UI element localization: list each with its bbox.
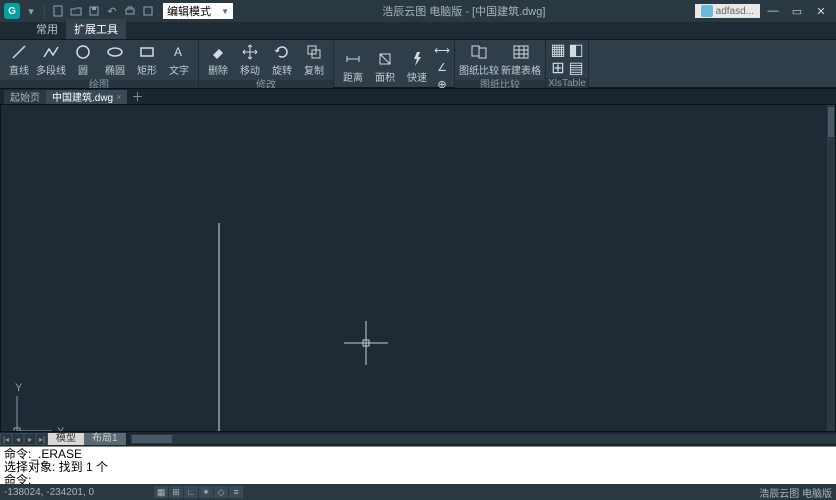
mode-combo-label: 编辑模式 (167, 3, 211, 19)
dim1-icon[interactable]: ⟷ (434, 42, 450, 58)
rectangle-icon (138, 43, 156, 61)
close-button[interactable]: ✕ (810, 3, 832, 19)
ribbon-tab-ext[interactable]: 扩展工具 (66, 19, 126, 39)
drawing-canvas[interactable]: Y X (0, 104, 836, 432)
line-button[interactable]: 直线 (4, 42, 34, 78)
command-line-2: 选择对象: 找到 1 个 (4, 461, 832, 474)
minimize-button[interactable]: — (762, 3, 784, 19)
sheet-tab-model[interactable]: 模型 (48, 433, 84, 445)
quick-icon (408, 50, 426, 68)
text-button[interactable]: A文字 (164, 42, 194, 78)
status-polar-icon[interactable]: ✶ (199, 486, 213, 498)
scrollbar-thumb[interactable] (828, 107, 834, 137)
window-title: 浩辰云图 电脑版 - [中国建筑.dwg] (233, 3, 695, 19)
move-icon (241, 43, 259, 61)
ribbon-group-modify: 删除 移动 旋转 复制 修改 (199, 40, 334, 87)
xls3-icon[interactable]: ⊞ (550, 60, 566, 76)
newtable-button[interactable]: 新建表格 (501, 42, 541, 78)
ribbon: 直线 多段线 圆 椭圆 矩形 A文字 绘图 删除 移动 旋转 复制 修改 距离 … (0, 40, 836, 88)
undo-icon[interactable]: ↶ (105, 4, 119, 18)
export-icon[interactable] (141, 4, 155, 18)
distance-icon (344, 50, 362, 68)
chevron-down-icon: ▼ (221, 7, 229, 16)
status-bar: -138024, -234201, 0 ▦ ⊞ ∟ ✶ ◇ ≡ 浩辰云图 电脑版 (0, 484, 836, 500)
ellipse-icon (106, 43, 124, 61)
rotate-icon (273, 43, 291, 61)
erase-icon (209, 43, 227, 61)
doc-tabs: 起始页 中国建筑.dwg× ＋ (0, 88, 836, 104)
ribbon-group-measure: 距离 面积 快速 ⟷ ∠ ⊕ 测量 (334, 40, 455, 87)
status-osnap-icon[interactable]: ◇ (214, 486, 228, 498)
user-name: adfasd... (716, 6, 754, 17)
circle-button[interactable]: 圆 (68, 42, 98, 78)
scrollbar-horizontal[interactable] (130, 434, 836, 444)
ucs-x-label: X (57, 426, 65, 431)
doc-tab-file[interactable]: 中国建筑.dwg× (46, 90, 127, 104)
rotate-button[interactable]: 旋转 (267, 42, 297, 78)
print-icon[interactable] (123, 4, 137, 18)
line-icon (10, 43, 28, 61)
ribbon-group-draw: 直线 多段线 圆 椭圆 矩形 A文字 绘图 (0, 40, 199, 87)
area-button[interactable]: 面积 (370, 49, 400, 85)
sheet-nav-next-icon[interactable]: ▸ (24, 433, 36, 445)
status-snap-icon[interactable]: ⊞ (169, 486, 183, 498)
ucs-y-label: Y (15, 382, 23, 394)
ribbon-group-compare: 图纸比较 新建表格 图纸比较 (455, 40, 546, 87)
sheet-tab-strip: |◂ ◂ ▸ ▸| 模型 布局1 (0, 432, 836, 446)
command-window[interactable]: 命令:_.ERASE 选择对象: 找到 1 个 命令: (0, 446, 836, 484)
circle-icon (74, 43, 92, 61)
save-icon[interactable] (87, 4, 101, 18)
text-icon: A (170, 43, 188, 61)
scrollbar-vertical[interactable] (827, 105, 835, 431)
erase-button[interactable]: 删除 (203, 42, 233, 78)
qat-dropdown-icon[interactable]: ▾ (24, 4, 38, 18)
dim2-icon[interactable]: ∠ (434, 59, 450, 75)
status-lwt-icon[interactable]: ≡ (229, 486, 243, 498)
status-grid-icon[interactable]: ▦ (154, 486, 168, 498)
open-icon[interactable] (69, 4, 83, 18)
polyline-button[interactable]: 多段线 (36, 42, 66, 78)
sheet-nav-last-icon[interactable]: ▸| (36, 433, 48, 445)
mode-combo[interactable]: 编辑模式 ▼ (163, 3, 233, 19)
user-icon (701, 5, 713, 17)
xls4-icon[interactable]: ▤ (568, 60, 584, 76)
sheet-nav-first-icon[interactable]: |◂ (0, 433, 12, 445)
svg-text:A: A (174, 45, 182, 59)
ribbon-tabs: 常用 扩展工具 (0, 22, 836, 40)
copy-button[interactable]: 复制 (299, 42, 329, 78)
scrollbar-h-thumb[interactable] (132, 435, 172, 443)
status-ortho-icon[interactable]: ∟ (184, 486, 198, 498)
status-coords: -138024, -234201, 0 (4, 487, 94, 498)
rectangle-button[interactable]: 矩形 (132, 42, 162, 78)
move-button[interactable]: 移动 (235, 42, 265, 78)
ellipse-button[interactable]: 椭圆 (100, 42, 130, 78)
xls2-icon[interactable]: ◧ (568, 42, 584, 58)
compare-button[interactable]: 图纸比较 (459, 42, 499, 78)
ribbon-group-xls: ▦ ◧ ⊞ ▤ XlsTable (546, 40, 589, 87)
close-tab-icon[interactable]: × (116, 92, 121, 102)
ribbon-tab-common[interactable]: 常用 (28, 19, 66, 39)
compare-icon (470, 43, 488, 61)
sheet-tab-layout1[interactable]: 布局1 (84, 433, 126, 445)
sheet-nav-prev-icon[interactable]: ◂ (12, 433, 24, 445)
new-icon[interactable] (51, 4, 65, 18)
distance-button[interactable]: 距离 (338, 49, 368, 85)
status-brand: 浩辰云图 电脑版 (759, 485, 832, 500)
user-badge[interactable]: adfasd... (695, 4, 760, 18)
quick-button[interactable]: 快速 (402, 49, 432, 85)
xls1-icon[interactable]: ▦ (550, 42, 566, 58)
maximize-button[interactable]: ▭ (786, 3, 808, 19)
area-icon (376, 50, 394, 68)
command-line-1: 命令:_.ERASE (4, 448, 832, 461)
copy-icon (305, 43, 323, 61)
doc-tab-start[interactable]: 起始页 (4, 90, 46, 104)
polyline-icon (42, 43, 60, 61)
table-icon (512, 43, 530, 61)
app-icon[interactable]: G (4, 3, 20, 19)
add-tab-button[interactable]: ＋ (131, 88, 143, 105)
